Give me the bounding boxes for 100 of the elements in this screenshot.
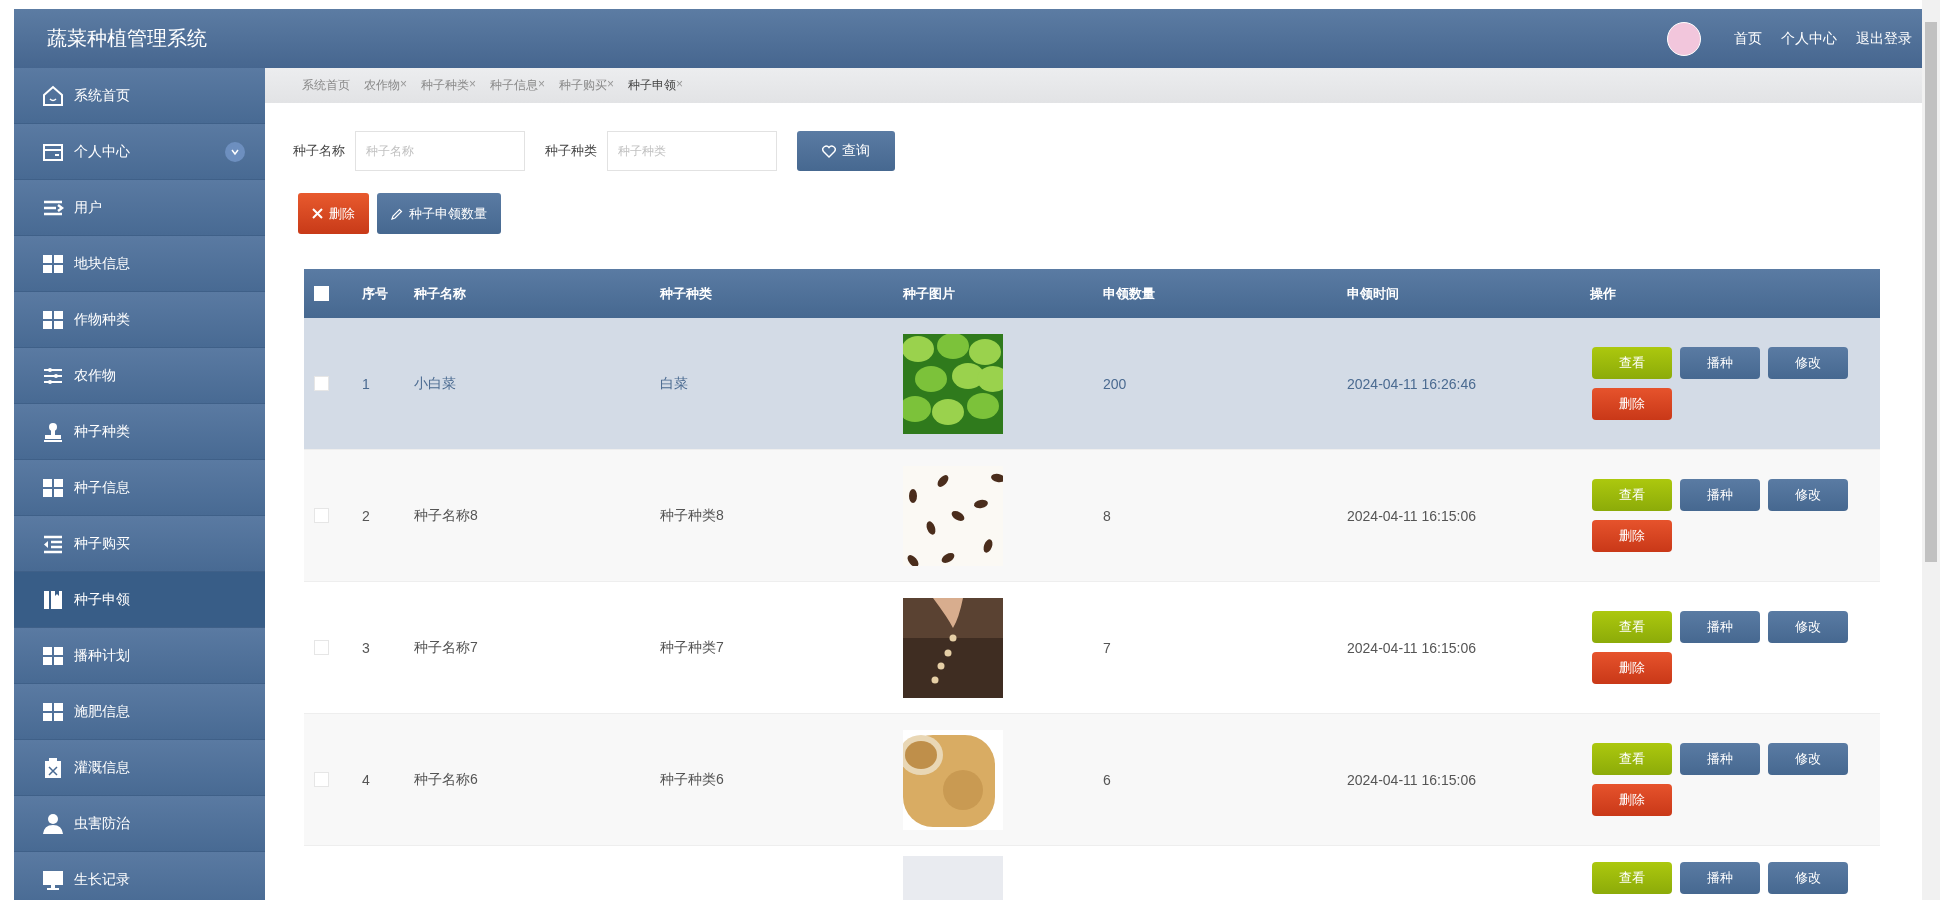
table-cell-text: 2024-04-11 16:26:46: [1346, 375, 1477, 392]
action-button[interactable]: 删除: [1592, 520, 1672, 552]
home-icon: [42, 84, 64, 107]
sidebar-item[interactable]: 灌溉信息: [14, 740, 265, 796]
action-button[interactable]: 播种: [1680, 611, 1760, 643]
table-cell-text: 种子种类8: [659, 506, 725, 525]
sidebar-item[interactable]: 农作物: [14, 348, 265, 404]
table-cell-text: 种子种类7: [659, 638, 725, 657]
column-header: 种子名称: [413, 284, 467, 303]
scrollbar[interactable]: [1922, 0, 1940, 900]
row-checkbox[interactable]: [314, 640, 329, 655]
sidebar-label: 种子种类: [74, 422, 131, 441]
search-field[interactable]: 种子种类: [607, 131, 777, 171]
delete-button[interactable]: 删除: [298, 193, 369, 234]
breadcrumb-tab[interactable]: 种子申领×: [628, 77, 684, 94]
search-field[interactable]: 种子名称: [355, 131, 525, 171]
query-button[interactable]: 查询: [797, 131, 895, 171]
heart-icon: [822, 144, 836, 158]
action-button[interactable]: 删除: [1592, 784, 1672, 816]
sidebar-item[interactable]: 生长记录: [14, 852, 265, 900]
table-cell-text: 8: [1102, 507, 1112, 524]
row-checkbox[interactable]: [314, 508, 329, 523]
row-checkbox[interactable]: [314, 772, 329, 787]
app-title: 蔬菜种植管理系统: [47, 26, 208, 51]
sidebar-item[interactable]: 种子种类: [14, 404, 265, 460]
sidebar-item[interactable]: 虫害防治: [14, 796, 265, 852]
table-cell-text: 种子种类6: [659, 770, 725, 789]
sidebar-item[interactable]: 地块信息: [14, 236, 265, 292]
grid-icon: [42, 644, 64, 667]
sidebar-label: 个人中心: [74, 142, 131, 161]
action-button[interactable]: 播种: [1680, 479, 1760, 511]
table-cell-text: 1: [361, 375, 371, 392]
header-link[interactable]: 退出登录: [1856, 29, 1912, 48]
close-icon: [312, 208, 323, 219]
sidebar-item[interactable]: 施肥信息: [14, 684, 265, 740]
action-button[interactable]: 播种: [1680, 743, 1760, 775]
action-button[interactable]: 播种: [1680, 347, 1760, 379]
action-button[interactable]: 删除: [1592, 388, 1672, 420]
sidebar-item[interactable]: 作物种类: [14, 292, 265, 348]
action-button[interactable]: 删除: [1592, 652, 1672, 684]
monitor-icon: [42, 868, 64, 891]
action-button[interactable]: 修改: [1768, 862, 1848, 894]
sidebar-item[interactable]: 播种计划: [14, 628, 265, 684]
column-header: 种子种类: [659, 284, 713, 303]
sidebar-label: 施肥信息: [74, 702, 131, 721]
action-button[interactable]: 修改: [1768, 611, 1848, 643]
grid-icon: [42, 252, 64, 275]
breadcrumb-tab[interactable]: 种子种类×: [421, 77, 477, 94]
sidebar-label: 用户: [74, 198, 103, 217]
action-button[interactable]: 修改: [1768, 743, 1848, 775]
sidebar-label: 系统首页: [74, 86, 131, 105]
sidebar-item[interactable]: 种子申领: [14, 572, 265, 628]
pencil-icon: [391, 207, 403, 220]
sidebar-label: 种子购买: [74, 534, 131, 553]
sidebar-item[interactable]: 系统首页: [14, 68, 265, 124]
table-cell-text: 2: [361, 507, 371, 524]
sidebar-label: 作物种类: [74, 310, 131, 329]
sidebar-item[interactable]: 种子购买: [14, 516, 265, 572]
breadcrumb-tab[interactable]: 种子信息×: [490, 77, 546, 94]
grid-icon: [42, 308, 64, 331]
action-button[interactable]: 修改: [1768, 347, 1848, 379]
sidebar-label: 播种计划: [74, 646, 131, 665]
table-cell-text: 3: [361, 639, 371, 656]
sidebar-item[interactable]: 用户: [14, 180, 265, 236]
column-header: 申领数量: [1102, 284, 1156, 303]
table-cell-text: 种子名称7: [413, 638, 479, 657]
edit-button[interactable]: 种子申领数量: [377, 193, 501, 234]
action-button[interactable]: 修改: [1768, 479, 1848, 511]
sidebar-label: 地块信息: [74, 254, 131, 273]
table-cell-text: 白菜: [659, 374, 689, 393]
action-button[interactable]: 播种: [1680, 862, 1760, 894]
column-header: 种子图片: [902, 284, 956, 303]
table-cell-text: 2024-04-11 16:15:06: [1346, 507, 1477, 524]
user-icon: [42, 812, 64, 835]
avatar[interactable]: [1667, 21, 1701, 56]
column-header: 序号: [361, 284, 389, 303]
breadcrumb-tab[interactable]: 种子购买×: [559, 77, 615, 94]
table-cell-text: 6: [1102, 771, 1112, 788]
sidebar-label: 灌溉信息: [74, 758, 131, 777]
table-cell-text: 4: [361, 771, 371, 788]
header-link[interactable]: 首页: [1734, 29, 1762, 48]
table-cell-text: 种子名称8: [413, 506, 479, 525]
sidebar-label: 生长记录: [74, 870, 131, 889]
table-row[interactable]: 1 小白菜 白菜 200 2024-04-11 16:26:46 查看 播种 修改 删除: [304, 318, 1880, 450]
field-label: 种子种类: [545, 142, 597, 160]
table-row[interactable]: 4 种子名称6 种子种类6 6 2024-04-11 16:15:06 查看 播种 修改 删除: [304, 714, 1880, 846]
book-icon: [42, 588, 64, 611]
table-cell-text: 小白菜: [413, 374, 457, 393]
chevron-icon[interactable]: [225, 141, 245, 162]
header-link[interactable]: 个人中心: [1781, 29, 1837, 48]
row-checkbox[interactable]: [314, 376, 329, 391]
breadcrumb-tab[interactable]: 农作物×: [364, 77, 407, 94]
table-cell-text: 200: [1102, 375, 1128, 392]
breadcrumb-tab[interactable]: 系统首页: [302, 77, 350, 94]
grid-icon: [42, 476, 64, 499]
sidebar-item[interactable]: 个人中心: [14, 124, 265, 180]
sidebar-label: 农作物: [74, 366, 117, 385]
table-row[interactable]: 2 种子名称8 种子种类8 8 2024-04-11 16:15:06 查看 播种 修改 删除: [304, 450, 1880, 582]
select-all-checkbox[interactable]: [314, 286, 329, 301]
sidebar-item[interactable]: 种子信息: [14, 460, 265, 516]
